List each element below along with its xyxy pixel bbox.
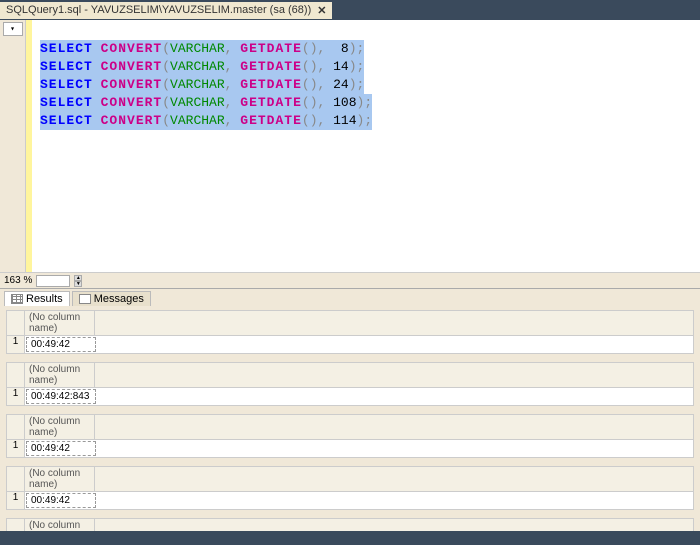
code-line: SELECT CONVERT(VARCHAR, GETDATE(), 108); (40, 94, 372, 112)
cell-value[interactable]: 00:49:42 (26, 441, 96, 456)
zoom-value: 163 % (4, 275, 32, 286)
editor-toolbar: ▾ (0, 20, 26, 272)
zoom-down-icon[interactable]: ▼ (74, 281, 82, 287)
code-line: SELECT CONVERT(VARCHAR, GETDATE(), 14); (40, 58, 364, 76)
grid-corner[interactable] (7, 311, 25, 335)
tab-messages-label: Messages (94, 293, 144, 305)
results-tabs: Results Messages (0, 289, 700, 306)
tab-messages[interactable]: Messages (72, 291, 151, 306)
row-number[interactable]: 1 (7, 336, 25, 353)
row-number[interactable]: 1 (7, 492, 25, 509)
file-tab-title: SQLQuery1.sql - YAVUZSELIM\YAVUZSELIM.ma… (6, 4, 311, 16)
editor-area: ▾ SELECT CONVERT(VARCHAR, GETDATE(), 8);… (0, 20, 700, 272)
table-row: 1 00:49:42 (7, 440, 693, 457)
column-header[interactable]: (No column name) (25, 363, 95, 387)
grid-corner[interactable] (7, 415, 25, 439)
grid-corner[interactable] (7, 363, 25, 387)
row-number[interactable]: 1 (7, 388, 25, 405)
code-line: SELECT CONVERT(VARCHAR, GETDATE(), 24); (40, 76, 364, 94)
results-pane: Results Messages (No column name) 1 00:4… (0, 288, 700, 545)
column-header[interactable]: (No column name) (25, 311, 95, 335)
table-row: 1 00:49:42:843 (7, 388, 693, 405)
status-bar (0, 531, 700, 545)
column-header[interactable]: (No column name) (25, 415, 95, 439)
column-header[interactable]: (No column name) (25, 467, 95, 491)
zoom-arrows: ▲ ▼ (74, 275, 82, 287)
options-dropdown-icon[interactable]: ▾ (3, 22, 23, 36)
result-grid: (No column name) 1 00:49:42 (6, 466, 694, 510)
table-row: 1 00:49:42 (7, 336, 693, 353)
file-tab[interactable]: SQLQuery1.sql - YAVUZSELIM\YAVUZSELIM.ma… (0, 2, 332, 19)
tab-bar: SQLQuery1.sql - YAVUZSELIM\YAVUZSELIM.ma… (0, 0, 700, 20)
messages-icon (79, 294, 91, 304)
code-editor[interactable]: SELECT CONVERT(VARCHAR, GETDATE(), 8); S… (32, 20, 700, 272)
code-line: SELECT CONVERT(VARCHAR, GETDATE(), 114); (40, 112, 372, 130)
result-grid: (No column name) 1 00:49:42:843 (6, 362, 694, 406)
cell-value[interactable]: 00:49:42 (26, 337, 96, 352)
grid-icon (11, 294, 23, 304)
zoom-dropdown[interactable] (36, 275, 70, 287)
tab-results-label: Results (26, 293, 63, 305)
zoom-bar: 163 % ▲ ▼ (0, 272, 700, 288)
table-row: 1 00:49:42 (7, 492, 693, 509)
grid-corner[interactable] (7, 467, 25, 491)
tab-results[interactable]: Results (4, 291, 70, 306)
code-line: SELECT CONVERT(VARCHAR, GETDATE(), 8); (40, 40, 364, 58)
result-grid: (No column name) 1 00:49:42 (6, 414, 694, 458)
close-icon[interactable]: ✕ (317, 4, 326, 17)
cell-value[interactable]: 00:49:42:843 (26, 389, 96, 404)
row-number[interactable]: 1 (7, 440, 25, 457)
result-grid: (No column name) 1 00:49:42 (6, 310, 694, 354)
cell-value[interactable]: 00:49:42 (26, 493, 96, 508)
